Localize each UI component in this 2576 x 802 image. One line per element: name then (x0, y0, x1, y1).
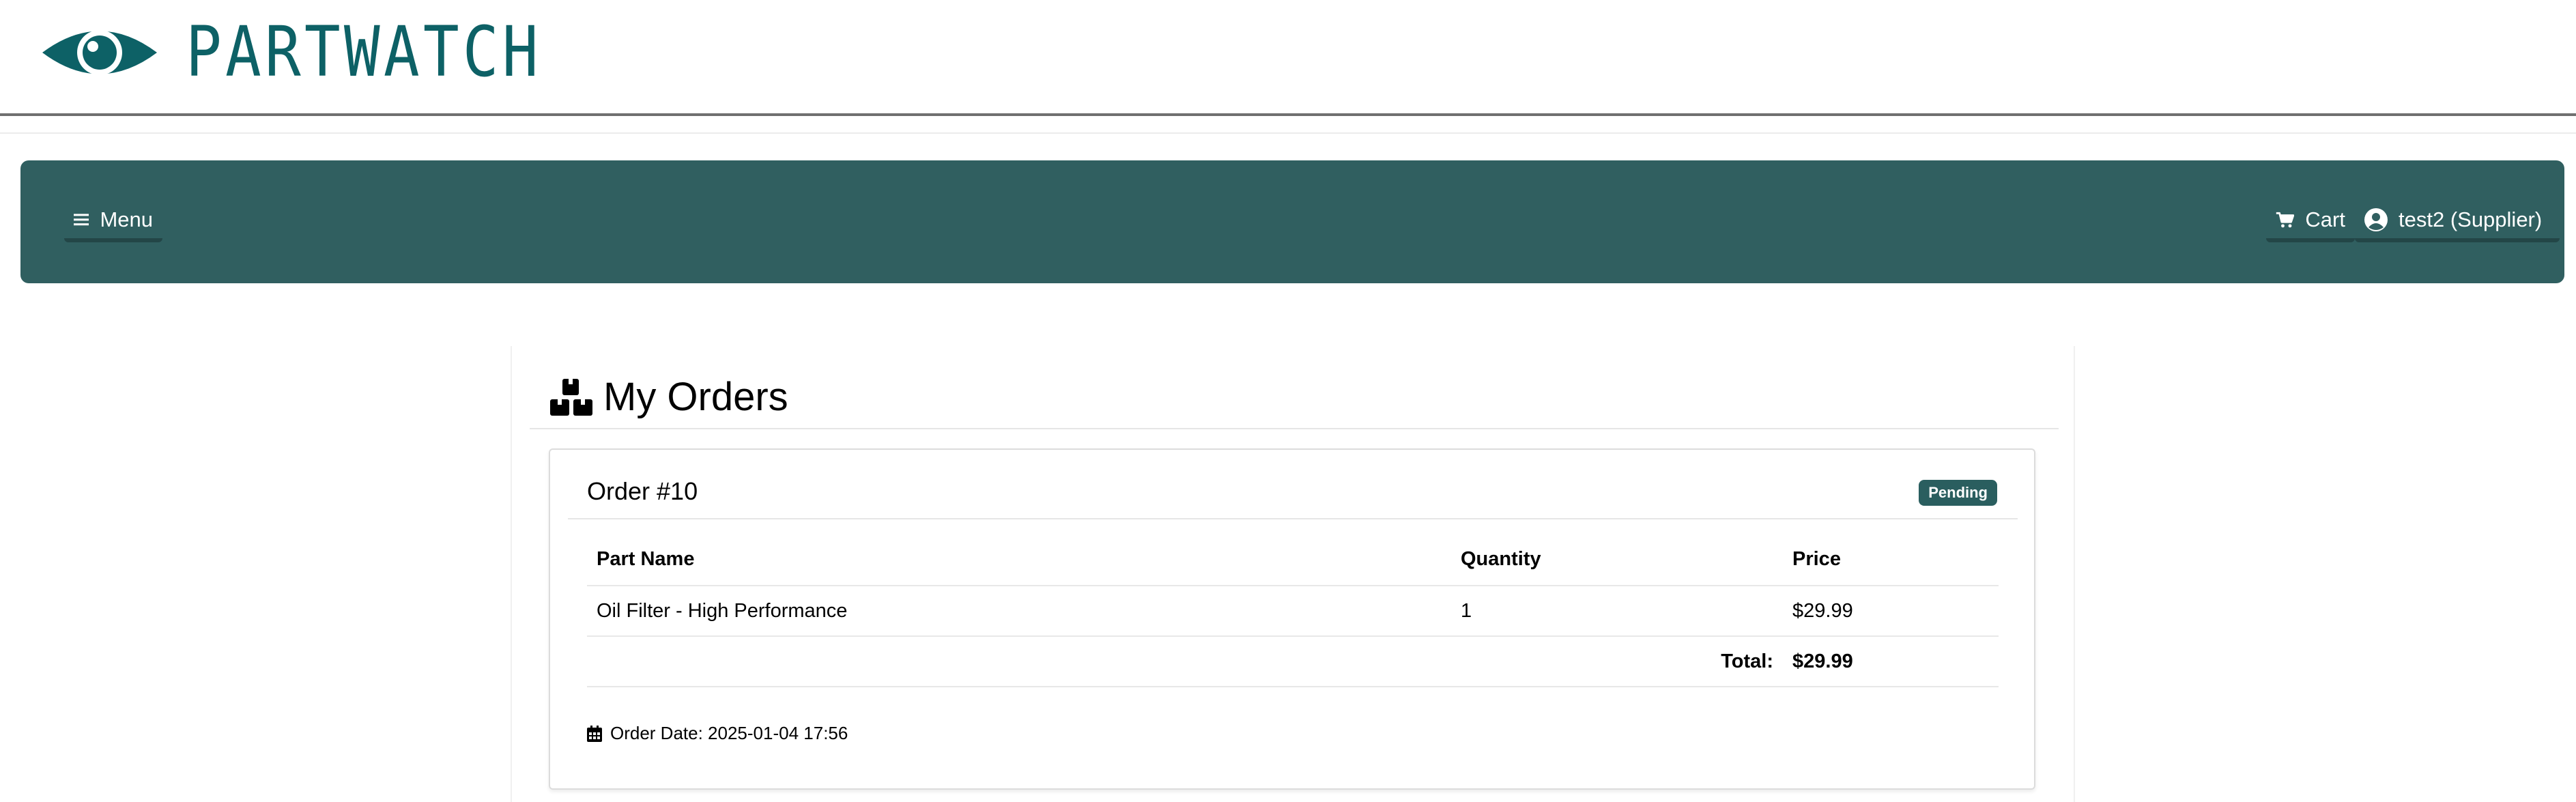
order-date: Order Date: 2025-01-04 17:56 (587, 723, 848, 744)
user-account-button[interactable]: test2 (Supplier) (2355, 201, 2560, 242)
total-row: Total: $29.99 (587, 636, 1999, 687)
header-divider (0, 113, 2576, 116)
menu-label: Menu (100, 207, 153, 231)
quantity-cell: 1 (1451, 586, 1783, 637)
order-title: Order #10 (587, 477, 698, 505)
total-label: Total: (1451, 636, 1783, 687)
hamburger-icon (74, 214, 89, 226)
brand-logo[interactable]: PARTWATCH (40, 18, 600, 87)
menu-button[interactable]: Menu (64, 201, 162, 242)
boxes-icon (550, 379, 592, 416)
eye-logo-icon (42, 30, 157, 75)
price-cell: $29.99 (1783, 586, 1999, 637)
status-badge: Pending (1919, 480, 1997, 506)
user-circle-icon (2364, 208, 2388, 231)
total-spacer (587, 636, 1451, 687)
order-date-text: Order Date: 2025-01-04 17:56 (610, 723, 848, 743)
total-value: $29.99 (1783, 636, 1999, 687)
order-header-divider (568, 518, 2018, 519)
brand-name: PARTWATCH (186, 12, 542, 93)
title-divider (530, 428, 2059, 429)
cart-icon (2276, 212, 2295, 228)
column-header-price: Price (1783, 533, 1999, 586)
table-header-row: Part Name Quantity Price (587, 533, 1999, 586)
column-header-part-name: Part Name (587, 533, 1451, 586)
column-header-quantity: Quantity (1451, 533, 1783, 586)
cart-button[interactable]: Cart (2266, 201, 2355, 242)
order-items-table: Part Name Quantity Price Oil Filter - Hi… (587, 533, 1999, 687)
page-header: My Orders (549, 373, 788, 421)
orders-panel: My Orders Order #10 Pending Part Name Qu… (511, 346, 2075, 802)
user-label: test2 (Supplier) (2399, 207, 2543, 231)
table-row: Oil Filter - High Performance 1 $29.99 (587, 586, 1999, 637)
navbar: Menu Cart test2 (Supplier) (20, 160, 2564, 283)
order-card: Order #10 Pending Part Name Quantity Pri… (549, 448, 2035, 790)
header-divider-light (0, 132, 2576, 134)
calendar-icon (587, 725, 602, 742)
cart-label: Cart (2305, 207, 2345, 231)
page-title: My Orders (603, 375, 788, 419)
part-name-cell: Oil Filter - High Performance (587, 586, 1451, 637)
